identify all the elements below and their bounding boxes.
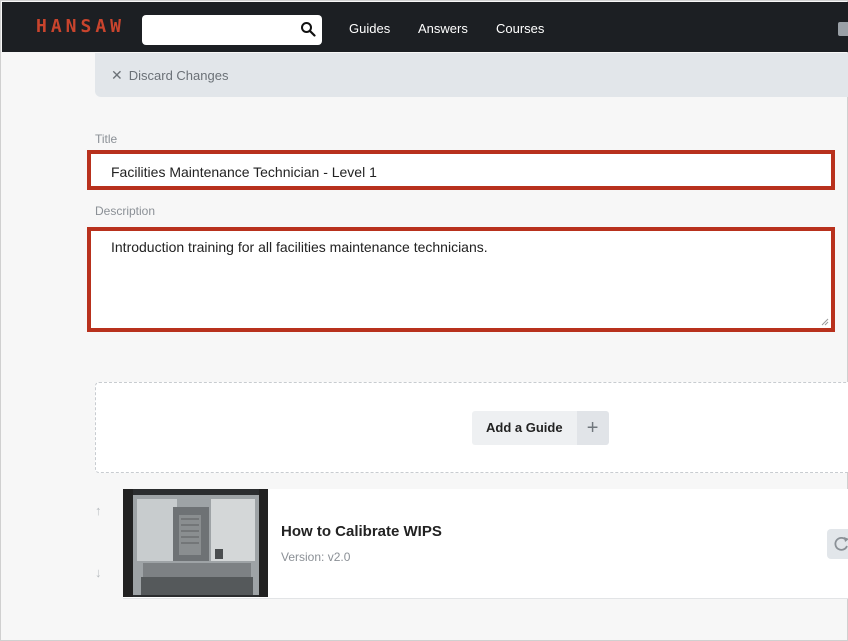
- discard-changes-button[interactable]: ✕ Discard Changes: [111, 67, 228, 84]
- plus-icon: +: [576, 411, 609, 445]
- top-nav-bar: HANSAW Guides Answers Courses: [2, 2, 848, 52]
- guide-list-item[interactable]: How to Calibrate WIPS Version: v2.0: [123, 489, 848, 599]
- description-textarea-value: Introduction training for all facilities…: [111, 239, 488, 255]
- search-icon[interactable]: [300, 21, 316, 37]
- add-guide-label: Add a Guide: [472, 411, 577, 445]
- edit-toolbar: ✕ Discard Changes: [95, 53, 848, 97]
- guide-thumbnail[interactable]: [123, 489, 268, 597]
- resize-grip-icon[interactable]: [821, 318, 829, 326]
- nav-link-courses[interactable]: Courses: [496, 21, 544, 36]
- guide-title[interactable]: How to Calibrate WIPS: [281, 523, 442, 540]
- title-input[interactable]: Facilities Maintenance Technician - Leve…: [87, 150, 835, 190]
- update-guide-button[interactable]: [827, 529, 848, 559]
- close-icon: ✕: [111, 67, 123, 83]
- title-input-value: Facilities Maintenance Technician - Leve…: [111, 164, 377, 180]
- discard-changes-label: Discard Changes: [128, 68, 229, 83]
- search-input[interactable]: [142, 15, 322, 45]
- description-textarea[interactable]: Introduction training for all facilities…: [87, 227, 835, 332]
- nav-link-guides[interactable]: Guides: [349, 21, 390, 36]
- nav-overflow-button[interactable]: [838, 22, 848, 36]
- refresh-icon: [834, 536, 848, 551]
- description-label: Description: [95, 204, 156, 218]
- move-up-icon[interactable]: ↑: [95, 503, 102, 518]
- nav-link-answers[interactable]: Answers: [418, 21, 468, 36]
- add-guide-dropzone: Add a Guide +: [95, 382, 848, 473]
- brand-logo[interactable]: HANSAW: [36, 16, 125, 37]
- guide-version: Version: v2.0: [281, 550, 351, 564]
- move-down-icon[interactable]: ↓: [95, 565, 102, 580]
- title-label: Title: [95, 132, 118, 146]
- add-guide-button[interactable]: Add a Guide +: [472, 411, 609, 445]
